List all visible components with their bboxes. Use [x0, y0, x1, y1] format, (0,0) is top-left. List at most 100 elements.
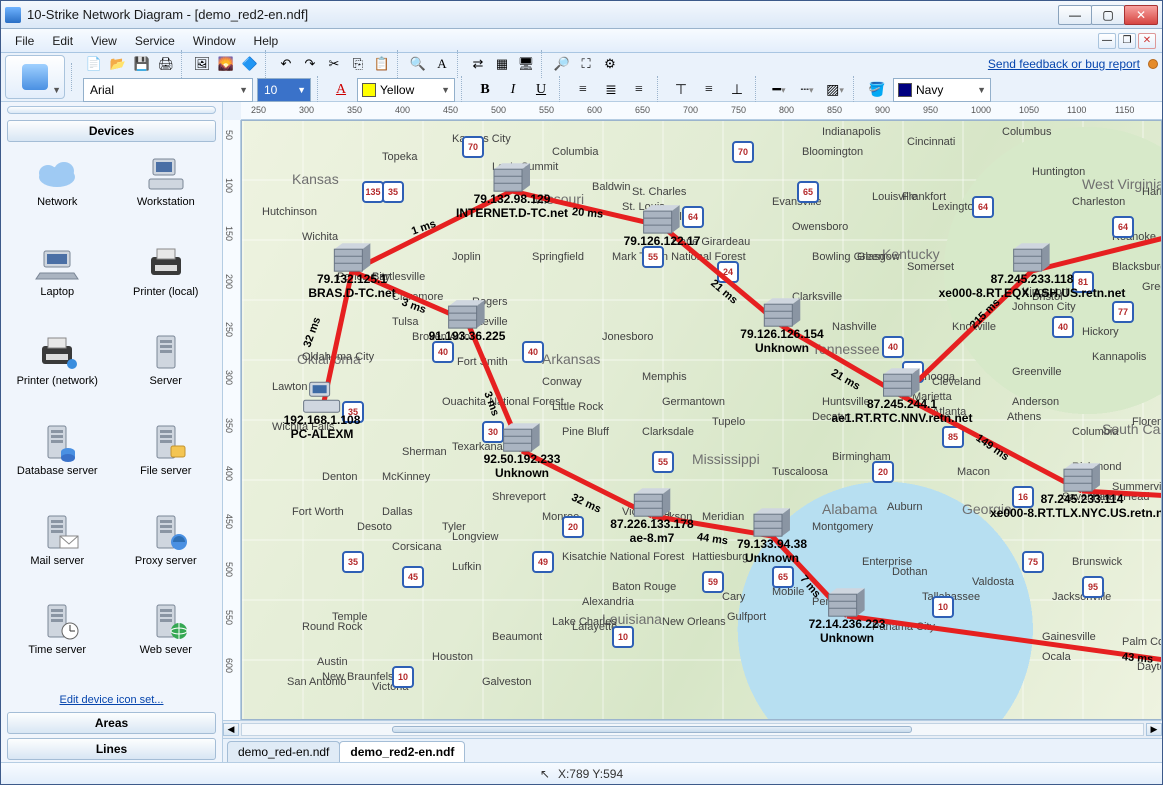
italic-button[interactable]: I	[501, 78, 525, 102]
areas-header[interactable]: Areas	[7, 712, 216, 734]
font-color-button[interactable]: A	[329, 78, 353, 102]
minimize-button[interactable]: —	[1058, 5, 1092, 25]
export-image-icon[interactable]: 🖼	[191, 53, 213, 75]
network-node[interactable]: 87.245.233.118xe000-8.RT.EQX.ASH.US.retn…	[939, 241, 1126, 301]
line-style-icon[interactable]: ━▾	[767, 78, 791, 102]
network-node[interactable]: 79.126.122.17	[624, 203, 701, 249]
device-item-cloud[interactable]: Network	[3, 148, 112, 236]
underline-button[interactable]: U	[529, 78, 553, 102]
menu-view[interactable]: View	[83, 32, 125, 50]
network-node[interactable]: 79.126.126.154Unknown	[740, 296, 823, 356]
device-label: Workstation	[137, 196, 195, 208]
menu-help[interactable]: Help	[246, 32, 287, 50]
undo-icon[interactable]: ↶	[275, 53, 297, 75]
scroll-right-icon[interactable]: ▶	[1146, 723, 1162, 736]
lines-header[interactable]: Lines	[7, 738, 216, 760]
redo-icon[interactable]: ↷	[299, 53, 321, 75]
zoom-icon[interactable]: 🔎	[551, 53, 573, 75]
settings-icon[interactable]: ⚙	[599, 53, 621, 75]
shape-icon[interactable]: 🔷	[239, 53, 261, 75]
fill-bucket-icon[interactable]: 🪣	[865, 78, 889, 102]
node-label: 79.133.94.38Unknown	[737, 538, 807, 566]
device-item-printer-net[interactable]: Printer (network)	[3, 327, 112, 415]
font-family-select[interactable]: Arial▼	[83, 78, 253, 102]
menu-window[interactable]: Window	[185, 32, 244, 50]
document-tabs: demo_red-en.ndf demo_red2-en.ndf	[223, 738, 1162, 762]
device-item-mail-server[interactable]: Mail server	[3, 507, 112, 595]
mdi-restore-icon[interactable]: ❐	[1118, 33, 1136, 49]
tab-active[interactable]: demo_red2-en.ndf	[339, 741, 465, 762]
sidebar-collapse-handle[interactable]	[7, 106, 216, 114]
titlebar[interactable]: 10-Strike Network Diagram - [demo_red2-e…	[1, 1, 1162, 29]
network-node[interactable]: 87.226.133.178ae-8.m7	[610, 486, 693, 546]
device-item-laptop[interactable]: Laptop	[3, 238, 112, 326]
device-item-server[interactable]: Server	[112, 327, 221, 415]
bold-button[interactable]: B	[473, 78, 497, 102]
menu-service[interactable]: Service	[127, 32, 183, 50]
network-node[interactable]: 192.168.1.108PC-ALEXM	[284, 380, 361, 442]
menu-file[interactable]: File	[7, 32, 42, 50]
device-item-proxy-server[interactable]: Proxy server	[112, 507, 221, 595]
device-label: Server	[150, 375, 182, 387]
network-node[interactable]: 79.132.125.1BRAS.D-TC.net	[308, 241, 395, 301]
device-label: File server	[140, 465, 191, 477]
valign-mid-icon[interactable]: ≡	[697, 78, 721, 102]
network-node[interactable]: 87.245.244.1ae1.RT.RTC.NNV.retn.net	[832, 366, 973, 426]
maximize-button[interactable]: ▢	[1091, 5, 1125, 25]
open-file-icon[interactable]: 📂	[107, 53, 129, 75]
dash-style-icon[interactable]: ┄▾	[795, 78, 819, 102]
network-node[interactable]: 72.14.236.223Unknown	[809, 586, 886, 646]
fit-icon[interactable]: ⛶	[575, 53, 597, 75]
node-label: 87.245.244.1ae1.RT.RTC.NNV.retn.net	[832, 398, 973, 426]
print-icon[interactable]: 🖨	[155, 53, 177, 75]
valign-top-icon[interactable]: ⊤	[669, 78, 693, 102]
network-node[interactable]: 79.133.94.38Unknown	[737, 506, 807, 566]
network-node[interactable]: 91.193.36.225	[429, 298, 506, 344]
mdi-close-icon[interactable]: ✕	[1138, 33, 1156, 49]
close-button[interactable]: ✕	[1124, 5, 1158, 25]
menu-edit[interactable]: Edit	[44, 32, 81, 50]
connect-icon[interactable]: ⇄	[467, 53, 489, 75]
device-item-workstation[interactable]: Workstation	[112, 148, 221, 236]
device-item-file-server[interactable]: File server	[112, 417, 221, 505]
device-item-db-server[interactable]: Database server	[3, 417, 112, 505]
device-item-time-server[interactable]: Time server	[3, 596, 112, 684]
device-item-web-server[interactable]: Web sever	[112, 596, 221, 684]
paste-icon[interactable]: 📋	[371, 53, 393, 75]
node-label: 79.132.98.129INTERNET.D-TC.net	[456, 193, 568, 221]
align-left-icon[interactable]: ≡	[571, 78, 595, 102]
font-size-select[interactable]: 10▼	[257, 78, 311, 102]
mdi-minimize-icon[interactable]: —	[1098, 33, 1116, 49]
cut-icon[interactable]: ✂	[323, 53, 345, 75]
scroll-left-icon[interactable]: ◀	[223, 723, 239, 736]
network-node[interactable]: 79.132.98.129INTERNET.D-TC.net	[456, 161, 568, 221]
vertical-ruler: 50100150200250300350400450500550600	[223, 120, 241, 720]
network-node[interactable]: 87.245.233.114xe000-8.RT.TLX.NYC.US.retn…	[990, 461, 1162, 521]
devices-header[interactable]: Devices	[7, 120, 216, 142]
network-node[interactable]: 92.50.192.233Unknown	[484, 421, 561, 481]
tab-inactive[interactable]: demo_red-en.ndf	[227, 741, 340, 762]
align-center-icon[interactable]: ≣	[599, 78, 623, 102]
diagram-canvas[interactable]: KansasMissouriOklahomaArkansasMississipp…	[241, 120, 1162, 720]
pattern-icon[interactable]: ▨▾	[823, 78, 847, 102]
save-file-icon[interactable]: 💾	[131, 53, 153, 75]
device-label: Laptop	[40, 286, 74, 298]
find-icon[interactable]: 🔍	[407, 53, 429, 75]
device-icon[interactable]: 🖥	[515, 53, 537, 75]
copy-icon[interactable]: ⎘	[347, 53, 369, 75]
scroll-thumb[interactable]	[392, 726, 912, 733]
edit-icon-set-link[interactable]: Edit device icon set...	[60, 694, 164, 706]
node-icon[interactable]: ▦	[491, 53, 513, 75]
align-right-icon[interactable]: ≡	[627, 78, 651, 102]
line-color-select[interactable]: Navy▼	[893, 78, 991, 102]
horizontal-scrollbar[interactable]: ◀ ▶	[223, 720, 1162, 738]
notification-dot-icon[interactable]	[1148, 59, 1158, 69]
device-item-printer[interactable]: Printer (local)	[112, 238, 221, 326]
feedback-link[interactable]: Send feedback or bug report	[988, 57, 1140, 71]
valign-bot-icon[interactable]: ⊥	[725, 78, 749, 102]
text-tool-icon[interactable]: A	[431, 53, 453, 75]
fill-color-select[interactable]: Yellow▼	[357, 78, 455, 102]
new-file-icon[interactable]: 📄	[83, 53, 105, 75]
wizard-button[interactable]: ▼	[5, 55, 65, 99]
background-icon[interactable]: 🌄	[215, 53, 237, 75]
